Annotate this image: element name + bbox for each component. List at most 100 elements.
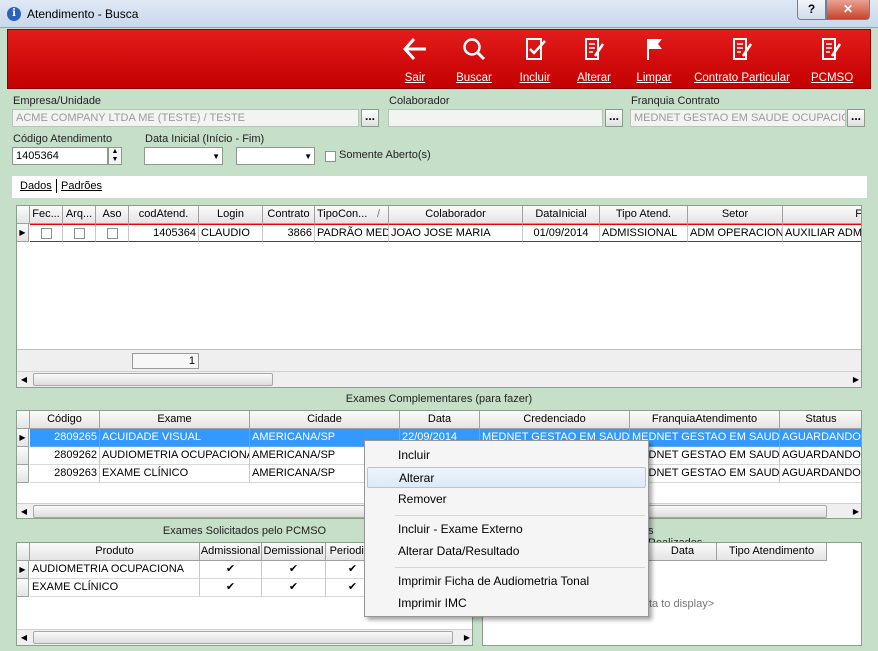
scroll-left-icon[interactable]: ◀	[17, 504, 31, 518]
cell-produto[interactable]: EXAME CLÍNICO	[30, 579, 200, 597]
contrato-particular-button[interactable]: Contrato Particular	[690, 34, 794, 88]
demissional-checkbox[interactable]: ✔	[262, 579, 326, 597]
col-f[interactable]: F	[783, 206, 861, 224]
cell-fec[interactable]	[30, 224, 63, 242]
codigo-field[interactable]: 1405364	[12, 147, 108, 165]
col-tipoatend[interactable]: Tipo Atend.	[600, 206, 688, 224]
cell-exame[interactable]: EXAME CLÍNICO	[100, 465, 250, 483]
arq-checkbox[interactable]	[73, 227, 85, 239]
cell-franquia[interactable]: MEDNET GESTAO EM SAUD	[630, 447, 780, 465]
menu-alterar-data-resultado[interactable]: Alterar Data/Resultado	[367, 541, 646, 562]
col-tipo-atendimento[interactable]: Tipo Atendimento	[717, 543, 827, 561]
data-inicio-combo[interactable]: ▼	[144, 147, 223, 165]
incluir-button[interactable]: Incluir	[515, 34, 555, 88]
scroll-left-icon[interactable]: ◀	[17, 372, 31, 387]
col-codigo[interactable]: Código	[30, 411, 100, 429]
buscar-button[interactable]: Buscar	[454, 34, 494, 88]
cell-aso[interactable]	[96, 224, 129, 242]
menu-incluir-exame-externo[interactable]: Incluir - Exame Externo	[367, 519, 646, 540]
pcmso-hscroll[interactable]: ◀ ▶	[17, 629, 472, 645]
demissional-checkbox[interactable]: ✔	[262, 561, 326, 579]
col-admissional[interactable]: Admissional	[200, 543, 262, 561]
fec-checkbox[interactable]	[40, 227, 52, 239]
data-fim-combo[interactable]: ▼	[236, 147, 315, 165]
row-header	[17, 447, 29, 465]
col-exame[interactable]: Exame	[100, 411, 250, 429]
col-produto[interactable]: Produto	[30, 543, 200, 561]
scroll-right-icon[interactable]: ▶	[460, 630, 472, 645]
cell-codigo[interactable]: 2809262	[30, 447, 100, 465]
tab-padroes[interactable]: Padrões	[61, 180, 102, 192]
col-data[interactable]: Data	[649, 543, 717, 561]
cell-datainicial[interactable]: 01/09/2014	[523, 224, 600, 242]
codigo-spinner[interactable]: ▲ ▼	[108, 147, 122, 165]
cell-tipocon[interactable]: PADRÃO MED	[315, 224, 389, 242]
col-aso[interactable]: Aso	[96, 206, 129, 224]
limpar-button[interactable]: Limpar	[634, 34, 674, 88]
col-datainicial[interactable]: DataInicial	[523, 206, 600, 224]
colaborador-lookup-button[interactable]: ...	[605, 109, 623, 127]
empresa-field[interactable]: ACME COMPANY LTDA ME (TESTE) / TESTE	[12, 109, 359, 127]
pcmso-button[interactable]: PCMSO	[811, 34, 854, 88]
pcmso-label: PCMSO	[811, 72, 854, 84]
atendimentos-hscroll[interactable]: ◀ ▶	[17, 371, 861, 387]
col-credenciado[interactable]: Credenciado	[480, 411, 630, 429]
cell-setor[interactable]: ADM OPERACION	[688, 224, 783, 242]
aso-checkbox[interactable]	[106, 227, 118, 239]
empresa-lookup-button[interactable]: ...	[361, 109, 379, 127]
atendimentos-grid[interactable]: Fec... Arq... Aso codAtend. Login Contra…	[16, 205, 862, 388]
col-arq[interactable]: Arq...	[63, 206, 96, 224]
col-setor[interactable]: Setor	[688, 206, 783, 224]
cell-status[interactable]: AGUARDANDO	[780, 429, 861, 447]
col-tipocon[interactable]: TipoCon... /	[315, 206, 389, 224]
franquia-lookup-button[interactable]: ...	[847, 109, 865, 127]
cell-codigo[interactable]: 2809263	[30, 465, 100, 483]
cell-login[interactable]: CLAUDIO	[199, 224, 263, 242]
somente-aberto-checkbox[interactable]	[325, 151, 336, 162]
col-demissional[interactable]: Demissional	[262, 543, 326, 561]
col-cidade[interactable]: Cidade	[250, 411, 400, 429]
alterar-button[interactable]: Alterar	[574, 34, 614, 88]
cell-status[interactable]: AGUARDANDO	[780, 465, 861, 483]
col-status[interactable]: Status	[780, 411, 861, 429]
menu-remover[interactable]: Remover	[367, 489, 646, 510]
col-contrato[interactable]: Contrato	[263, 206, 315, 224]
cell-arq[interactable]	[63, 224, 96, 242]
menu-incluir[interactable]: Incluir	[367, 445, 646, 466]
admissional-checkbox[interactable]: ✔	[200, 579, 262, 597]
menu-imprimir-imc[interactable]: Imprimir IMC	[367, 593, 646, 614]
cell-exame[interactable]: AUDIOMETRIA OCUPACIONA	[100, 447, 250, 465]
cell-f[interactable]: AUXILIAR ADM	[783, 224, 861, 242]
menu-imprimir-audiometria[interactable]: Imprimir Ficha de Audiometria Tonal	[367, 571, 646, 592]
cell-codatend[interactable]: 1405364	[129, 224, 199, 242]
close-button[interactable]: ✕	[826, 0, 870, 20]
scroll-left-icon[interactable]: ◀	[17, 630, 31, 645]
colaborador-field[interactable]	[388, 109, 603, 127]
row-indicator-icon: ▶	[17, 429, 29, 447]
col-franquia[interactable]: FranquiaAtendimento	[630, 411, 780, 429]
help-button[interactable]: ?	[797, 0, 826, 20]
cell-produto[interactable]: AUDIOMETRIA OCUPACIONA	[30, 561, 200, 579]
menu-alterar[interactable]: Alterar	[367, 467, 646, 488]
col-colaborador[interactable]: Colaborador	[389, 206, 523, 224]
cell-franquia[interactable]: MEDNET GESTAO EM SAUD	[630, 429, 780, 447]
cell-colaborador[interactable]: JOAO JOSE MARIA	[389, 224, 523, 242]
scroll-thumb[interactable]	[33, 373, 273, 386]
scroll-right-icon[interactable]: ▶	[849, 504, 861, 518]
scroll-thumb[interactable]	[33, 631, 453, 644]
cell-codigo[interactable]: 2809265	[30, 429, 100, 447]
col-codatend[interactable]: codAtend.	[129, 206, 199, 224]
cell-status[interactable]: AGUARDANDO	[780, 447, 861, 465]
cell-exame[interactable]: ACUIDADE VISUAL	[100, 429, 250, 447]
cell-franquia[interactable]: MEDNET GESTAO EM SAUD	[630, 465, 780, 483]
admissional-checkbox[interactable]: ✔	[200, 561, 262, 579]
col-data[interactable]: Data	[400, 411, 480, 429]
scroll-right-icon[interactable]: ▶	[849, 372, 861, 387]
franquia-field[interactable]: MEDNET GESTAO EM SAUDE OCUPACION	[630, 109, 846, 127]
col-login[interactable]: Login	[199, 206, 263, 224]
cell-contrato[interactable]: 3866	[263, 224, 315, 242]
col-fec[interactable]: Fec...	[30, 206, 63, 224]
sair-button[interactable]: Sair	[400, 34, 430, 88]
cell-tipoatend[interactable]: ADMISSIONAL	[600, 224, 688, 242]
tab-dados[interactable]: Dados	[20, 180, 52, 192]
